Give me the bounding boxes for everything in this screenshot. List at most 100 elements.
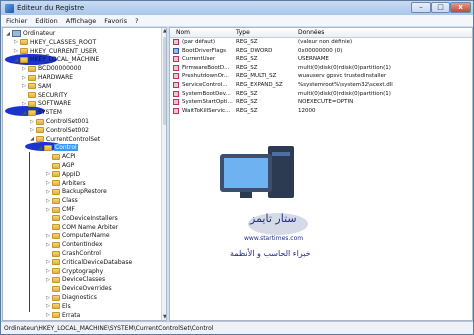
tree-node[interactable]: ▷ HKEY_CLASSES_ROOT	[13, 38, 96, 47]
tree-node[interactable]: ▷ ControlSet002	[29, 126, 89, 135]
tree-node[interactable]: ◢ SYSTEM	[21, 108, 62, 117]
tree-node[interactable]: ▷ AppID	[45, 170, 80, 179]
value-row[interactable]: ServiceControl... REG_EXPAND_SZ %systemroo…	[170, 82, 472, 90]
column-type-header[interactable]: Type	[236, 29, 250, 36]
string-value-icon	[173, 82, 179, 88]
tree-node[interactable]: ▷ HARDWARE	[21, 73, 73, 82]
tree-node-label: SECURITY	[38, 91, 68, 99]
tree-node[interactable]: ▷ DeviceClasses	[45, 275, 105, 284]
tree-node[interactable]: ◢ Ordinateur	[5, 29, 55, 38]
tree-node[interactable]: ▷ HKEY_CURRENT_USER	[13, 47, 97, 56]
tree-node[interactable]: ◢ HKEY_LOCAL_MACHINE	[13, 55, 99, 64]
column-data-header[interactable]: Données	[298, 29, 324, 36]
expand-arrow-icon[interactable]: ▷	[13, 48, 19, 54]
scroll-up-icon[interactable]: ▲	[163, 28, 166, 34]
value-name: PreshutdownOr...	[182, 73, 229, 80]
expand-arrow-icon[interactable]: ▷	[45, 303, 51, 309]
tree-node[interactable]: ▷ CriticalDeviceDatabase	[45, 258, 132, 267]
tree-node[interactable]: ◢ CurrentControlSet	[29, 135, 100, 144]
value-row[interactable]: (par défaut) REG_SZ (valeur non définie)	[170, 39, 472, 47]
collapse-arrow-icon[interactable]: ◢	[13, 57, 19, 63]
collapse-arrow-icon[interactable]: ◢	[5, 31, 11, 37]
tree-node[interactable]: ▷ BackupRestore	[45, 187, 107, 196]
collapse-arrow-icon[interactable]: ◢	[37, 145, 43, 151]
expand-arrow-icon[interactable]: ▷	[45, 312, 51, 318]
expand-arrow-icon[interactable]: ▷	[21, 83, 27, 89]
expand-arrow-icon[interactable]: ▷	[45, 180, 51, 186]
expand-arrow-icon[interactable]: ▷	[21, 101, 27, 107]
value-row[interactable]: PreshutdownOr... REG_MULTI_SZ wuauserv gps…	[170, 73, 472, 81]
watermark-arabic-bottom: خبراء الحاسب و الأنظمة	[230, 248, 311, 258]
expand-arrow-icon[interactable]: ▷	[13, 39, 19, 45]
expand-arrow-icon[interactable]: ▷	[45, 207, 51, 213]
folder-icon	[52, 250, 60, 257]
expand-arrow-icon[interactable]: ▷	[45, 268, 51, 274]
value-row[interactable]: SystemStartOpti... REG_SZ NOEXECUTE=OPTIN	[170, 99, 472, 107]
value-name: WaitToKillServic...	[182, 107, 231, 114]
status-bar: Ordinateur\HKEY_LOCAL_MACHINE\SYSTEM\Cur…	[1, 321, 473, 334]
tree-scroll-thumb[interactable]	[163, 37, 166, 125]
expand-arrow-icon[interactable]: ▷	[21, 66, 27, 72]
menu-edition[interactable]: Edition	[35, 17, 58, 25]
expand-arrow-icon[interactable]: ▷	[45, 171, 51, 177]
value-row[interactable]: BootDriverFlags REG_DWORD 0x00000000 (0)	[170, 47, 472, 56]
tree-node[interactable]: ▷ ContentIndex	[45, 240, 102, 249]
tree-node[interactable]: ▷ Cryptography	[45, 267, 103, 276]
value-row[interactable]: FirmwareBootD... REG_SZ multi(0)disk(0)rdi…	[170, 64, 472, 73]
tree-node[interactable]: ▷ Arbiters	[45, 179, 86, 188]
menu-favoris[interactable]: Favoris	[104, 17, 127, 25]
expand-arrow-icon[interactable]: ▷	[45, 277, 51, 283]
tree-node[interactable]: COM Name Arbiter	[45, 223, 118, 232]
tree-node[interactable]: ▷ Els	[45, 302, 71, 311]
tree-node[interactable]: ▷ Class	[45, 196, 78, 205]
tree-node[interactable]: AGP	[45, 161, 74, 170]
folder-icon	[28, 83, 36, 90]
tree-scrollbar[interactable]: ▲ ▼	[161, 28, 166, 320]
maximize-button[interactable]: □	[431, 2, 450, 13]
expand-arrow-icon[interactable]: ▷	[21, 75, 27, 81]
collapse-arrow-icon[interactable]: ◢	[21, 110, 27, 116]
expand-arrow-icon[interactable]: ▷	[45, 233, 51, 239]
tree-node[interactable]: SECURITY	[21, 91, 67, 100]
tree-node[interactable]: ▷ Diagnostics	[45, 293, 97, 302]
expand-arrow-icon[interactable]: ▷	[45, 259, 51, 265]
folder-icon	[52, 312, 60, 319]
tree-node[interactable]: ▷ Errata	[45, 311, 80, 320]
close-button[interactable]: x	[450, 2, 471, 13]
menu-fichier[interactable]: Fichier	[6, 17, 27, 25]
value-row[interactable]: CurrentUser REG_SZ USERNAME	[170, 56, 472, 64]
tree-node[interactable]: CoDeviceInstallers	[45, 214, 118, 223]
tree-node-label: Ordinateur	[23, 30, 56, 37]
expand-arrow-icon[interactable]: ▷	[29, 119, 35, 125]
tree-node[interactable]: ACPI	[45, 152, 76, 161]
expand-arrow-icon[interactable]: ▷	[45, 189, 51, 195]
tree-node[interactable]: ▷ ControlSet001	[29, 117, 89, 126]
tree-node-label: BackupRestore	[62, 188, 107, 196]
expand-arrow-icon[interactable]: ▷	[29, 127, 35, 133]
value-row[interactable]: WaitToKillServic... REG_SZ 12000	[170, 107, 472, 116]
folder-icon	[28, 65, 36, 72]
tree-node[interactable]: CrashControl	[45, 249, 101, 258]
tree-node[interactable]: ▷ CMF	[45, 205, 75, 214]
tree-node[interactable]: DeviceOverrides	[45, 284, 112, 293]
expand-arrow-icon[interactable]: ▷	[45, 242, 51, 248]
menu-affichage[interactable]: Affichage	[66, 17, 97, 25]
collapse-arrow-icon[interactable]: ◢	[29, 136, 35, 142]
menu-help[interactable]: ?	[135, 17, 138, 25]
regedit-icon	[5, 3, 14, 13]
expand-arrow-icon[interactable]: ▷	[45, 295, 51, 301]
minimize-button[interactable]: –	[411, 2, 431, 13]
tree-node[interactable]: ▷ ComputerName	[45, 231, 109, 240]
string-value-icon	[173, 107, 179, 114]
string-value-icon	[173, 64, 179, 71]
tree-node-label: HKEY_LOCAL_MACHINE	[30, 56, 100, 64]
column-name-header[interactable]: Nom	[176, 29, 190, 36]
expand-arrow-icon[interactable]: ▷	[45, 198, 51, 204]
value-row[interactable]: SystemBootDev... REG_SZ multi(0)disk(0)rdi…	[170, 90, 472, 99]
tree-node[interactable]: ◢ Control	[37, 143, 78, 152]
scroll-down-icon[interactable]: ▼	[163, 314, 166, 320]
value-type: REG_SZ	[236, 64, 258, 71]
tree-node[interactable]: ▷ BCD00000000	[21, 64, 81, 73]
tree-node[interactable]: ▷ SAM	[21, 82, 51, 91]
tree-node[interactable]: ▷ SOFTWARE	[21, 99, 71, 108]
